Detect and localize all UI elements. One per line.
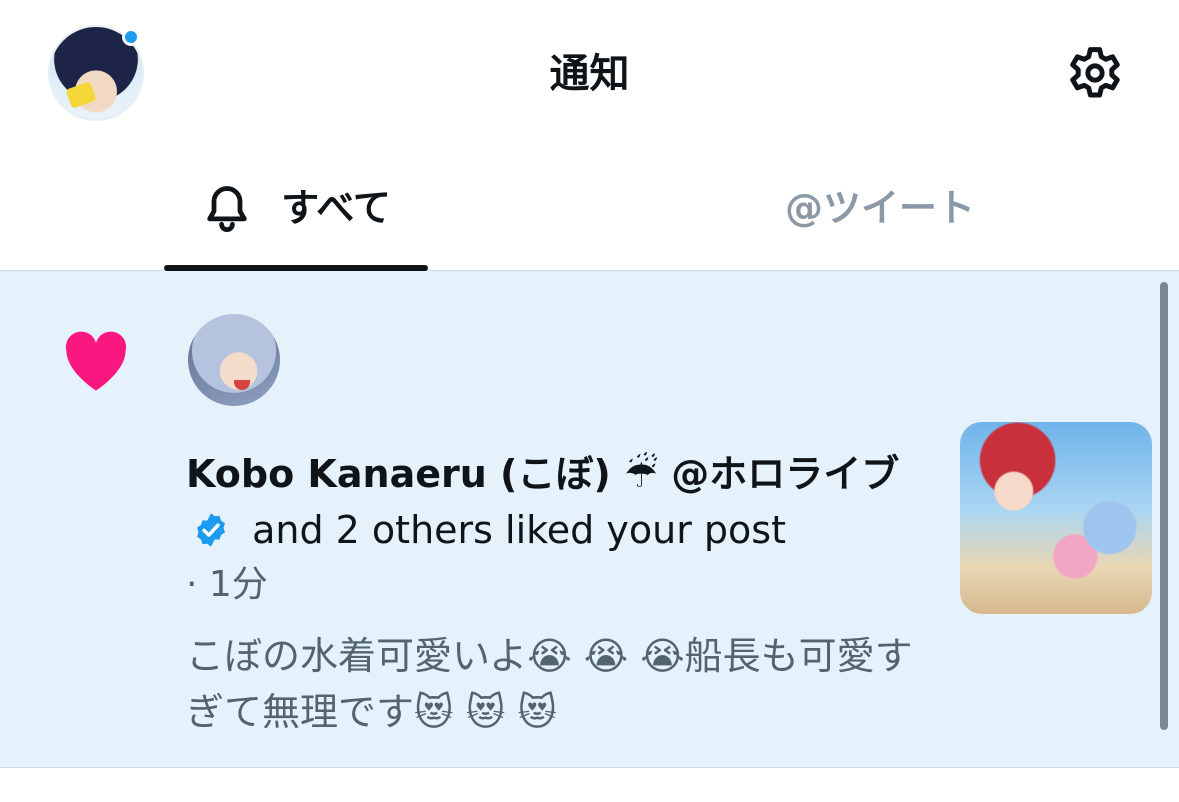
page-title: 通知 xyxy=(549,51,630,97)
liker-avatar[interactable] xyxy=(188,314,280,406)
tab-mentions-label: @ツイート xyxy=(784,186,975,230)
actor-name[interactable]: Kobo Kanaeru (こぼ) ☔ @ホロライブ xyxy=(186,452,899,496)
scrollbar[interactable] xyxy=(1160,282,1168,730)
tab-all-label: すべて xyxy=(281,186,391,230)
bell-icon xyxy=(207,186,247,232)
header-bar: 通知 xyxy=(0,0,1179,145)
post-text: こぼの水着可愛いよ😭 😭 😭船長も可愛すぎて無理です😻 😻 😻 xyxy=(186,634,913,734)
heart-icon xyxy=(65,331,127,391)
notification-text: Kobo Kanaeru (こぼ) ☔ @ホロライブ and 2 others … xyxy=(186,446,926,558)
notification-tabs: すべて @ツイート xyxy=(0,145,1179,271)
tab-mentions[interactable]: @ツイート xyxy=(680,145,1080,271)
action-text: and 2 others liked your post xyxy=(252,508,786,552)
tab-all[interactable]: すべて xyxy=(164,145,428,271)
unread-indicator-dot xyxy=(122,28,140,46)
gear-icon[interactable] xyxy=(1060,40,1130,106)
avatar-image-detail xyxy=(234,380,250,390)
post-thumbnail[interactable] xyxy=(960,422,1152,614)
verified-badge-icon xyxy=(197,513,225,547)
timestamp: · 1分 xyxy=(186,564,268,605)
